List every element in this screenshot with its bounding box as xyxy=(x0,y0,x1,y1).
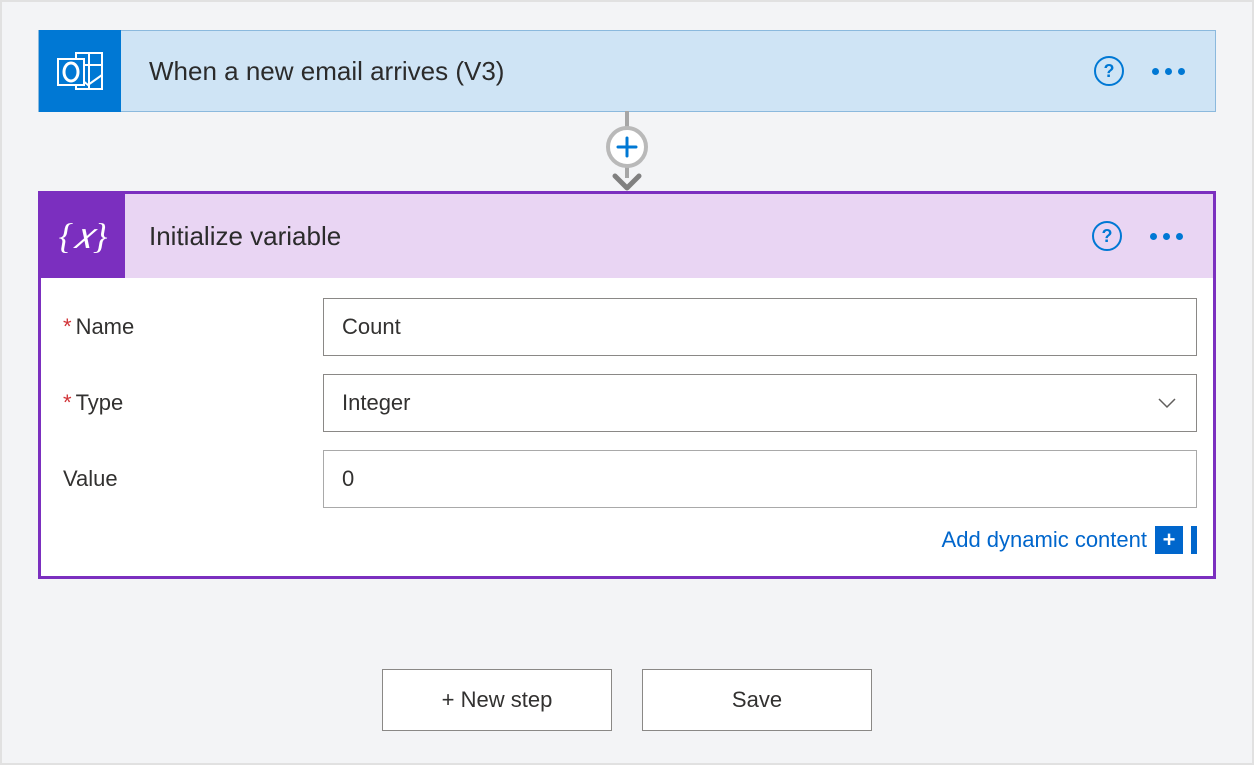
more-menu-icon[interactable] xyxy=(1150,233,1183,240)
chevron-down-icon xyxy=(1156,392,1178,414)
required-star: * xyxy=(63,390,72,415)
new-step-button[interactable]: + New step xyxy=(382,669,612,731)
add-dynamic-content-plus-icon[interactable]: + xyxy=(1155,526,1183,554)
field-row-type: *Type Integer xyxy=(63,374,1197,432)
designer-canvas: When a new email arrives (V3) ? {𝑥} In xyxy=(0,0,1254,765)
outlook-icon xyxy=(39,30,121,112)
help-icon[interactable]: ? xyxy=(1092,221,1122,251)
more-menu-icon[interactable] xyxy=(1152,68,1185,75)
dynamic-content-bar xyxy=(1191,526,1197,554)
required-star: * xyxy=(63,314,72,339)
trigger-title: When a new email arrives (V3) xyxy=(121,56,1094,87)
arrow-down-icon xyxy=(612,173,642,198)
field-row-name: *Name Count xyxy=(63,298,1197,356)
field-label-name: *Name xyxy=(63,314,323,340)
action-header[interactable]: {𝑥} Initialize variable ? xyxy=(41,194,1213,278)
field-row-value: Value 0 xyxy=(63,450,1197,508)
field-label-value: Value xyxy=(63,466,323,492)
trigger-card[interactable]: When a new email arrives (V3) ? xyxy=(38,30,1216,112)
trigger-card-actions: ? xyxy=(1094,56,1215,86)
action-card: {𝑥} Initialize variable ? *Name Count xyxy=(38,191,1216,579)
name-input[interactable]: Count xyxy=(323,298,1197,356)
type-select[interactable]: Integer xyxy=(323,374,1197,432)
variable-icon: {𝑥} xyxy=(41,194,125,278)
bottom-buttons: + New step Save xyxy=(38,669,1216,731)
add-step-button[interactable] xyxy=(606,126,648,168)
action-card-actions: ? xyxy=(1092,221,1213,251)
action-title: Initialize variable xyxy=(125,221,1092,252)
save-button[interactable]: Save xyxy=(642,669,872,731)
add-dynamic-content-link[interactable]: Add dynamic content xyxy=(942,527,1147,553)
value-input[interactable]: 0 xyxy=(323,450,1197,508)
action-body: *Name Count *Type Integer xyxy=(41,278,1213,576)
help-icon[interactable]: ? xyxy=(1094,56,1124,86)
connector xyxy=(38,111,1216,191)
field-label-type: *Type xyxy=(63,390,323,416)
dynamic-content-row: Add dynamic content + xyxy=(63,526,1197,554)
